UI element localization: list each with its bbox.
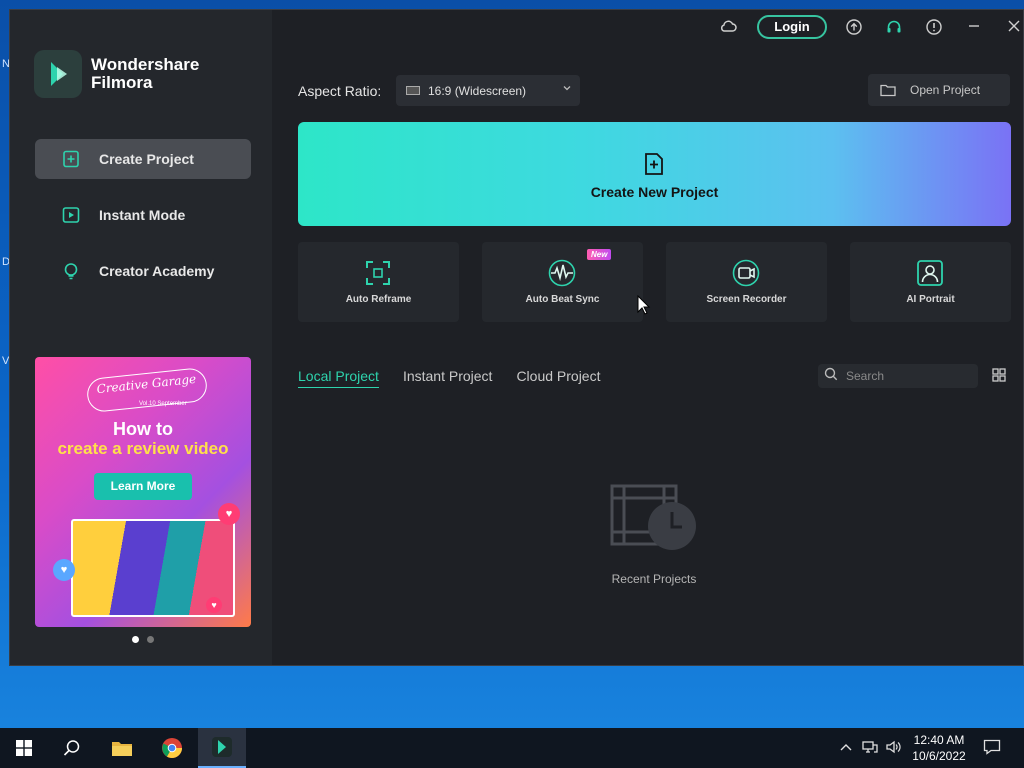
volume-icon[interactable] [885, 740, 901, 757]
sidebar-item-creator-academy[interactable]: Creator Academy [35, 251, 251, 291]
close-icon[interactable] [1004, 19, 1024, 39]
brand-line-2: Filmora [91, 73, 153, 92]
sidebar-item-create-project[interactable]: Create Project [35, 139, 251, 179]
clock-date: 10/6/2022 [912, 749, 966, 763]
taskbar-clock[interactable]: 12:40 AM 10/6/2022 [906, 732, 972, 764]
screen-recorder-icon [732, 259, 760, 287]
tool-auto-beat-sync[interactable]: New Auto Beat Sync [482, 242, 643, 322]
sidebar-item-label: Create Project [99, 151, 194, 167]
chrome-icon[interactable] [148, 728, 196, 768]
windows-icon [16, 740, 32, 756]
tab-cloud-project[interactable]: Cloud Project [516, 368, 600, 388]
banner-headline-1: How to [113, 419, 173, 439]
open-project-button[interactable]: Open Project [868, 74, 1010, 106]
instant-mode-icon [61, 205, 81, 225]
tool-label: Auto Reframe [345, 294, 412, 305]
create-new-project-label: Create New Project [590, 184, 719, 200]
add-file-icon [61, 149, 81, 169]
notifications-icon[interactable] [983, 739, 1001, 758]
banner-brand-sub: Vol.10 September [139, 401, 187, 407]
headset-icon[interactable] [884, 19, 904, 39]
grid-view-icon[interactable] [992, 368, 1006, 387]
tool-label: AI Portrait [906, 294, 955, 305]
recent-projects-empty-icon [600, 484, 710, 559]
app-logo: Wondershare Filmora [34, 50, 199, 98]
alert-icon[interactable] [924, 19, 944, 39]
taskbar: 12:40 AM 10/6/2022 [0, 728, 1024, 768]
start-button[interactable] [0, 728, 48, 768]
sidebar-item-label: Creator Academy [99, 263, 215, 279]
search-box [818, 364, 978, 388]
search-icon [824, 367, 838, 386]
tab-local-project[interactable]: Local Project [298, 368, 379, 388]
reframe-icon [364, 259, 392, 287]
cloud-icon[interactable] [718, 19, 738, 39]
filmora-taskbar-icon[interactable] [198, 728, 246, 768]
like-icon: ♥ [53, 559, 75, 581]
brand-name: Wondershare Filmora [91, 56, 199, 92]
learn-more-button[interactable]: Learn More [94, 473, 192, 500]
tool-ai-portrait[interactable]: AI Portrait [850, 242, 1011, 322]
pagination-dot[interactable] [147, 636, 154, 643]
heart-icon: ♥ [218, 503, 240, 525]
create-new-project-button[interactable]: Create New Project [298, 122, 1011, 226]
recent-projects-label: Recent Projects [611, 572, 697, 586]
filmora-logo-icon [34, 50, 82, 98]
filmora-window: Wondershare Filmora Create Project Insta… [9, 9, 1024, 666]
aspect-ratio-select[interactable]: 16:9 (Widescreen) [396, 75, 580, 106]
quick-tools: Auto Reframe New Auto Beat Sync Screen R… [298, 242, 1011, 322]
banner-headline-2: create a review video [57, 439, 229, 458]
ai-portrait-icon [916, 259, 944, 287]
brand-line-1: Wondershare [91, 55, 200, 74]
open-project-label: Open Project [910, 83, 981, 97]
network-icon[interactable] [862, 740, 878, 757]
folder-icon [880, 83, 896, 97]
tool-label: Screen Recorder [706, 294, 787, 305]
lightbulb-icon [61, 261, 81, 281]
sidebar-item-instant-mode[interactable]: Instant Mode [35, 195, 251, 235]
heart-icon: ♥ [206, 597, 222, 613]
chevron-down-icon [562, 83, 572, 96]
tool-screen-recorder[interactable]: Screen Recorder [666, 242, 827, 322]
tab-instant-project[interactable]: Instant Project [403, 368, 493, 388]
widescreen-icon [406, 86, 420, 95]
aspect-ratio-value: 16:9 (Widescreen) [428, 83, 527, 98]
tool-label: Auto Beat Sync [525, 294, 600, 305]
search-input[interactable] [846, 369, 966, 383]
upload-icon[interactable] [844, 19, 864, 39]
sidebar-item-label: Instant Mode [99, 207, 186, 223]
mouse-cursor-icon [637, 294, 651, 320]
login-button[interactable]: Login [757, 15, 827, 39]
chevron-up-icon[interactable] [840, 740, 852, 755]
sidebar-nav: Create Project Instant Mode Creator Acad… [35, 139, 251, 307]
beat-sync-icon [548, 259, 576, 287]
taskbar-search-icon[interactable] [48, 728, 96, 768]
add-file-icon [642, 152, 666, 181]
sidebar: Wondershare Filmora Create Project Insta… [10, 10, 272, 665]
new-badge: New [587, 249, 612, 260]
aspect-ratio-label: Aspect Ratio: [298, 83, 382, 99]
tool-auto-reframe[interactable]: Auto Reframe [298, 242, 459, 322]
minimize-icon[interactable] [964, 19, 984, 39]
project-tabs: Local Project Instant Project Cloud Proj… [298, 368, 624, 388]
file-explorer-icon[interactable] [98, 728, 146, 768]
pagination-dot-active[interactable] [132, 636, 139, 643]
banner-pagination [132, 636, 162, 643]
promo-banner[interactable]: Creative Garage Vol.10 September How to … [35, 357, 251, 627]
clock-time: 12:40 AM [913, 733, 965, 747]
